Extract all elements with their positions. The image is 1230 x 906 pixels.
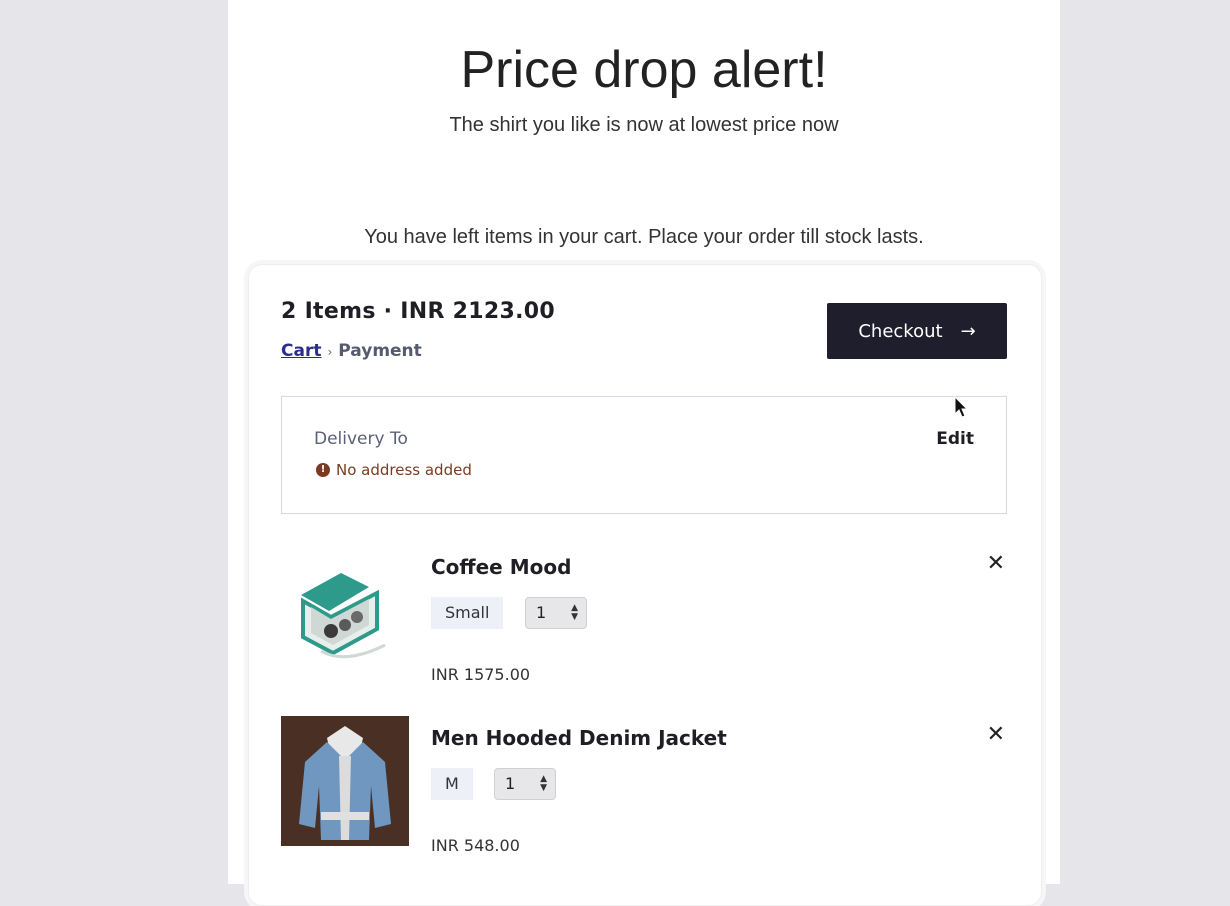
quantity-select[interactable]: 1 ▲ ▼ xyxy=(494,768,556,800)
alert-icon: ! xyxy=(316,463,330,477)
checkout-button[interactable]: Checkout → xyxy=(827,303,1007,359)
item-price: INR 1575.00 xyxy=(431,665,531,684)
edit-address-button[interactable]: Edit xyxy=(936,429,974,449)
mouse-cursor-icon xyxy=(954,396,969,418)
checkout-label: Checkout xyxy=(858,320,943,342)
email-body: Price drop alert! The shirt you like is … xyxy=(228,0,1060,906)
cart-summary: 2 Items · INR 2123.00 xyxy=(281,299,555,324)
delivery-label: Delivery To xyxy=(314,429,408,449)
denim-jacket-image xyxy=(281,716,409,846)
arrow-right-icon: → xyxy=(960,320,976,342)
remove-item-button[interactable]: ✕ xyxy=(987,722,1005,747)
gift-box-image xyxy=(281,545,409,675)
quantity-select[interactable]: 1 ▲ ▼ xyxy=(525,597,587,629)
breadcrumb: Cart › Payment xyxy=(281,341,422,361)
cart-item: Men Hooded Denim Jacket M 1 ▲ ▼ INR 548.0… xyxy=(281,716,1005,855)
address-warning-text: No address added xyxy=(336,461,472,479)
quantity-value: 1 xyxy=(505,774,516,793)
breadcrumb-payment: Payment xyxy=(338,341,422,361)
item-price: INR 548.00 xyxy=(431,836,520,855)
remove-item-button[interactable]: ✕ xyxy=(987,551,1005,576)
breadcrumb-cart-link[interactable]: Cart xyxy=(281,341,321,361)
subheadline: The shirt you like is now at lowest pric… xyxy=(449,114,839,136)
size-chip: Small xyxy=(431,597,504,629)
address-warning: ! No address added xyxy=(316,461,472,479)
stepper-arrows-icon: ▲ ▼ xyxy=(540,774,547,793)
item-name: Coffee Mood xyxy=(431,555,572,579)
cart-card: 2 Items · INR 2123.00 Cart › Payment Check… xyxy=(248,264,1042,906)
breadcrumb-separator: › xyxy=(327,345,333,359)
delivery-box: Delivery To Edit ! No address added xyxy=(281,396,1007,514)
cart-item: Coffee Mood Small 1 ▲ ▼ INR 1575.00 ✕ xyxy=(281,545,1005,684)
stepper-arrows-icon: ▲ ▼ xyxy=(571,603,578,622)
quantity-value: 1 xyxy=(536,603,547,622)
cart-reminder-text: You have left items in your cart. Place … xyxy=(364,226,924,248)
item-name: Men Hooded Denim Jacket xyxy=(431,726,727,750)
headline: Price drop alert! xyxy=(460,41,828,99)
size-chip: M xyxy=(431,768,473,800)
